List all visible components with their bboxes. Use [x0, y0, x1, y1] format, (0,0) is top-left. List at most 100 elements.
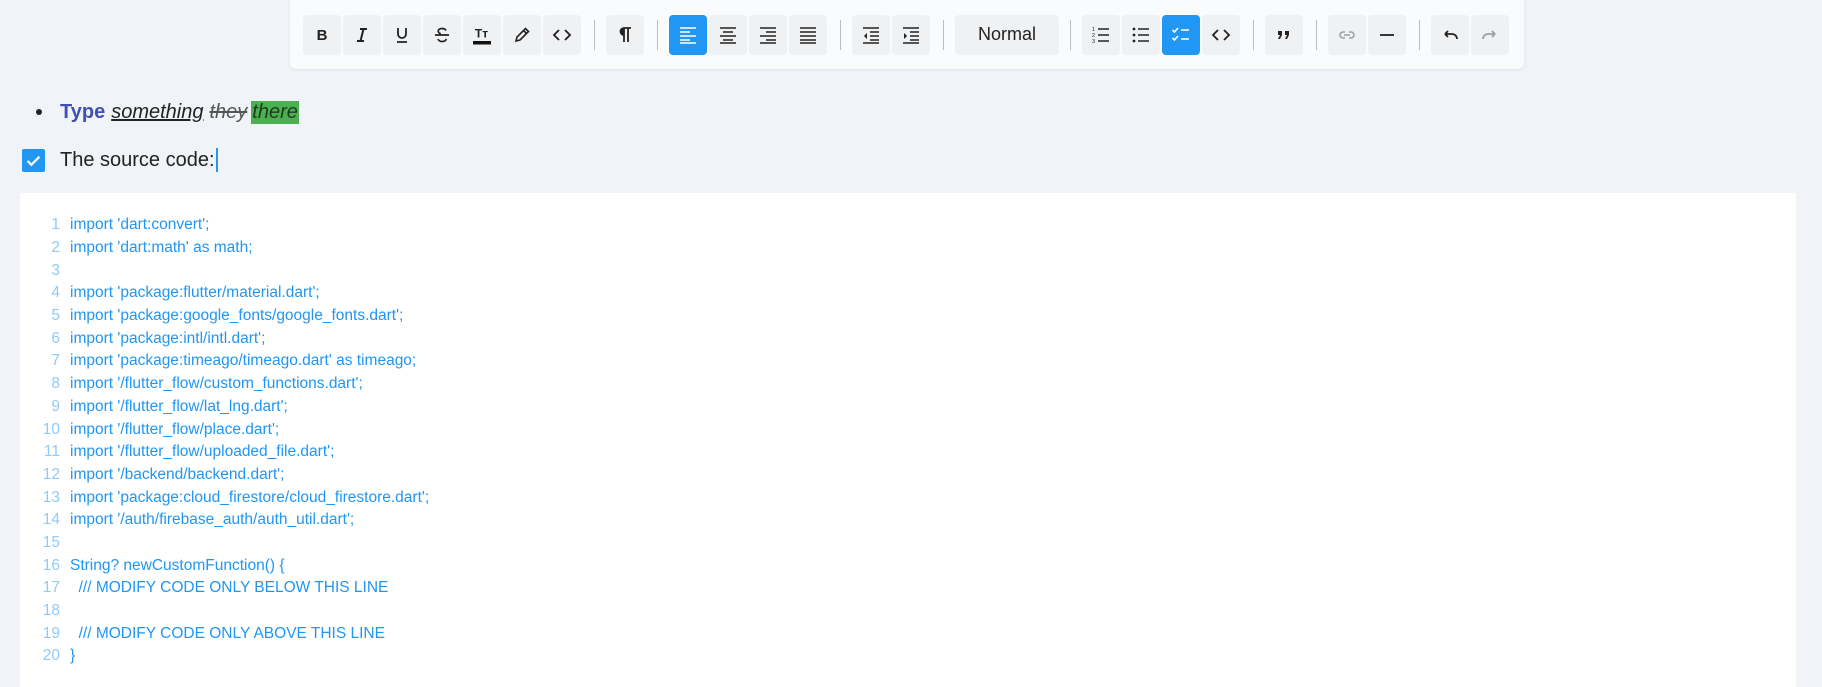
line-number: 18: [42, 602, 60, 620]
checklist-icon: [1172, 26, 1190, 41]
inline-code-button[interactable]: [543, 14, 581, 55]
line-code: import 'package:cloud_firestore/cloud_fi…: [70, 488, 430, 506]
code-line: 20}: [20, 645, 429, 668]
code-line: 10 import '/flutter_flow/place.dart';: [20, 418, 429, 441]
checklist-checkbox[interactable]: [22, 148, 45, 172]
code-line: 11 import '/flutter_flow/uploaded_file.da…: [20, 441, 429, 464]
svg-text:3: 3: [1092, 39, 1095, 45]
bold-button[interactable]: B: [303, 14, 341, 55]
undo-button[interactable]: [1431, 14, 1470, 55]
underline-button[interactable]: [383, 14, 421, 55]
code-line: 19 /// MODIFY CODE ONLY ABOVE THIS LINE: [20, 622, 429, 645]
checklist-text: The source code:: [60, 148, 215, 171]
line-code: import 'dart:convert';: [70, 216, 210, 234]
checklist-button[interactable]: [1162, 14, 1201, 55]
checklist-item[interactable]: The source code:: [22, 147, 218, 173]
outdent-icon: [862, 26, 879, 44]
code-line: 2 import 'dart:math' as math;: [20, 237, 429, 260]
line-number: 3: [51, 261, 60, 279]
line-number: 10: [42, 420, 60, 438]
line-number: 6: [51, 329, 60, 347]
toolbar-separator: [656, 19, 658, 50]
horizontal-rule-icon: [1380, 33, 1395, 36]
line-number: 14: [42, 511, 60, 529]
line-code: }: [70, 647, 76, 665]
line-code: /// MODIFY CODE ONLY ABOVE THIS LINE: [70, 624, 385, 642]
text-color-button[interactable]: Tт: [463, 14, 501, 55]
horizontal-rule-button[interactable]: [1368, 14, 1407, 55]
strikethrough-icon: [435, 27, 449, 42]
italic-underline-text: something: [111, 100, 204, 123]
code-line: 9 import '/flutter_flow/lat_lng.dart';: [20, 396, 429, 419]
line-code: import 'package:intl/intl.dart';: [70, 329, 266, 347]
show-formatting-button[interactable]: [605, 14, 644, 55]
line-number: 13: [42, 488, 60, 506]
line-code: /// MODIFY CODE ONLY BELOW THIS LINE: [70, 579, 389, 597]
quote-icon: [1278, 30, 1290, 39]
line-number: 19: [42, 624, 60, 642]
pilcrow-icon: [619, 26, 631, 42]
toolbar-separator: [1070, 19, 1072, 50]
align-justify-icon: [799, 26, 816, 44]
bullet-list-button[interactable]: [1122, 14, 1161, 55]
outdent-button[interactable]: [851, 14, 890, 55]
line-number: 2: [51, 239, 60, 257]
code-line: 13 import 'package:cloud_firestore/cloud_…: [20, 486, 429, 509]
line-code: import 'package:flutter/material.dart';: [70, 284, 320, 302]
ordered-list-icon: 123: [1092, 27, 1110, 45]
line-code: import '/flutter_flow/place.dart';: [70, 420, 280, 438]
code-line: 15: [20, 532, 429, 555]
checkmark-icon: [26, 155, 41, 166]
line-number: 5: [51, 307, 60, 325]
align-right-button[interactable]: [748, 14, 787, 55]
code-line: 8 import '/flutter_flow/custom_functions.…: [20, 373, 429, 396]
underline-icon: [397, 27, 407, 43]
code-block[interactable]: 1 import 'dart:convert'; 2 import 'dart:mat…: [20, 193, 1796, 687]
line-code: import 'dart:math' as math;: [70, 239, 253, 257]
link-icon: [1339, 30, 1355, 39]
line-number: 17: [42, 579, 60, 597]
link-button[interactable]: [1328, 14, 1367, 55]
code-line: 18: [20, 600, 429, 623]
code-line: 3: [20, 259, 429, 282]
code-block-button[interactable]: [1202, 14, 1241, 55]
code-line: 17 /// MODIFY CODE ONLY BELOW THIS LINE: [20, 577, 429, 600]
strikethrough-button[interactable]: [423, 14, 461, 55]
align-center-icon: [719, 26, 736, 44]
indent-icon: [902, 26, 919, 44]
line-code: import '/auth/firebase_auth/auth_util.da…: [70, 511, 355, 529]
quote-button[interactable]: [1265, 14, 1304, 55]
toolbar-separator: [942, 19, 944, 50]
highlighted-text: there: [251, 100, 299, 124]
line-number: 9: [51, 397, 60, 415]
align-left-button[interactable]: [668, 14, 707, 55]
toolbar-separator: [1316, 19, 1318, 50]
line-code: import 'package:timeago/timeago.dart' as…: [70, 352, 417, 370]
code-lines: 1 import 'dart:convert'; 2 import 'dart:mat…: [20, 214, 429, 668]
line-code: import '/backend/backend.dart';: [70, 465, 285, 483]
bold-text: Type: [60, 100, 106, 123]
italic-button[interactable]: [343, 14, 381, 55]
line-code: import 'package:google_fonts/google_font…: [70, 307, 404, 325]
toolbar-separator: [594, 19, 595, 50]
code-line: 6 import 'package:intl/intl.dart';: [20, 327, 429, 350]
align-center-button[interactable]: [708, 14, 747, 55]
ordered-list-button[interactable]: 123: [1082, 14, 1121, 55]
toolbar-separator: [839, 19, 841, 50]
code-line: 14 import '/auth/firebase_auth/auth_util.…: [20, 509, 429, 532]
code-icon: [552, 28, 572, 41]
line-code: import '/flutter_flow/lat_lng.dart';: [70, 397, 288, 415]
bullet-dot-icon: [36, 109, 42, 115]
italic-icon: [357, 27, 367, 42]
line-number: 1: [51, 216, 60, 234]
code-icon: [1211, 28, 1231, 41]
indent-button[interactable]: [891, 14, 930, 55]
highlight-button[interactable]: [503, 14, 541, 55]
text-style-select[interactable]: Normal: [954, 14, 1060, 55]
line-code: String? newCustomFunction() {: [70, 556, 285, 574]
code-line: 12 import '/backend/backend.dart';: [20, 464, 429, 487]
redo-button[interactable]: [1471, 14, 1510, 55]
svg-text:Tт: Tт: [475, 26, 488, 40]
align-justify-button[interactable]: [788, 14, 827, 55]
bullet-list-item[interactable]: Type something they there: [36, 99, 299, 125]
